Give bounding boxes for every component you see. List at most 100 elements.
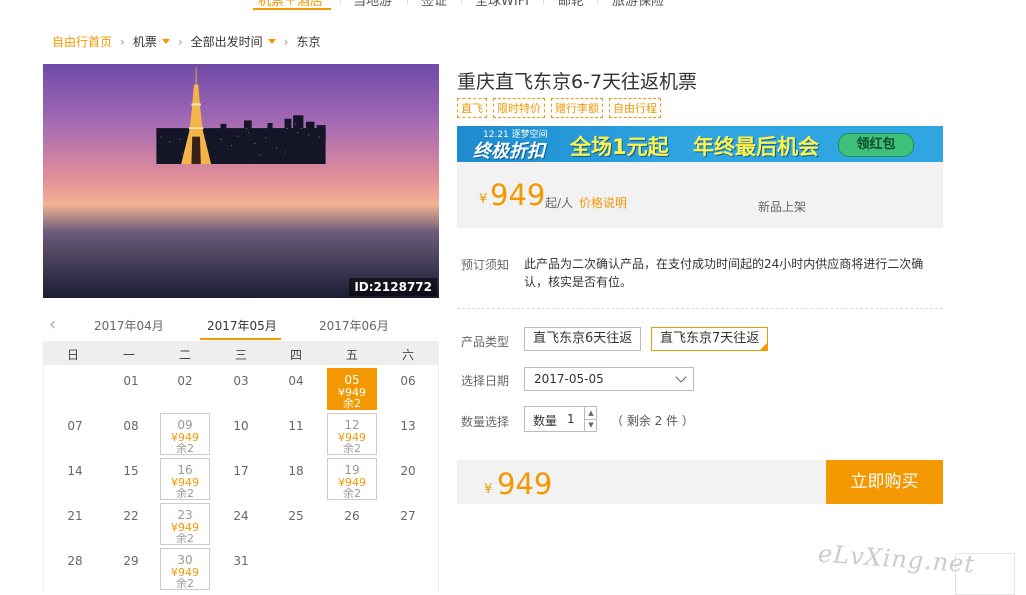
date-select-value: 2017-05-05 xyxy=(534,372,604,386)
calendar-day-available[interactable]: 19 ¥949 余2 xyxy=(327,458,377,500)
caret-down-icon xyxy=(161,39,170,44)
price-note-link[interactable]: 价格说明 xyxy=(579,194,627,211)
day-number: 02 xyxy=(177,374,193,388)
month-tab-may[interactable]: 2017年05月 xyxy=(207,317,277,334)
calendar-day: 22 xyxy=(106,503,156,545)
buy-price-amount: 949 xyxy=(497,467,553,501)
nav-item-insurance[interactable]: 旅游保险 xyxy=(612,0,664,9)
buy-now-button[interactable]: 立即购买 xyxy=(826,460,943,504)
breadcrumb-arrow-icon: › xyxy=(120,34,125,49)
chevron-down-icon xyxy=(675,371,687,383)
price-unit: 起/人 xyxy=(545,196,574,210)
promo-banner[interactable]: 12.21 逐梦空间 终极折扣 全场1元起 年终最后机会 领红包 xyxy=(457,126,943,162)
quantity-label: 数量选择 xyxy=(461,415,510,429)
quantity-stepper[interactable]: 数量 1 ▲ ▼ xyxy=(524,406,597,432)
notice-text: 此产品为二次确认产品，在支付成功时间起的24小时内供应商将进行二次确认，核实是否… xyxy=(524,257,924,289)
calendar-day-available[interactable]: 30 ¥949 余2 xyxy=(160,548,210,590)
nav-item-wifi[interactable]: 全球WIFI xyxy=(475,0,529,9)
product-type-option-7day[interactable]: 直飞东京7天往返 xyxy=(651,327,769,351)
calendar-day: 25 xyxy=(271,503,321,545)
day-number: 12 xyxy=(344,418,360,432)
notice-label: 预订须知 xyxy=(461,258,510,272)
calendar-day: 18 xyxy=(271,458,321,500)
nav-item-visa[interactable]: 签证 xyxy=(421,0,447,9)
calendar-day: 17 xyxy=(216,458,266,500)
date-label: 选择日期 xyxy=(461,374,510,388)
day-number: 17 xyxy=(233,464,249,478)
product-type-option-6day[interactable]: 直飞东京6天往返 xyxy=(524,327,642,351)
banner-slogan-2: 年终最后机会 xyxy=(693,135,819,159)
nav-item-cruise[interactable]: 邮轮 xyxy=(558,0,584,9)
day-number: 19 xyxy=(344,463,360,477)
calendar-day: 21 xyxy=(50,503,100,545)
calendar-day-available[interactable]: 16 ¥949 余2 xyxy=(160,458,210,500)
day-number: 03 xyxy=(233,374,249,388)
weekday-label: 五 xyxy=(345,348,358,362)
calendar-day-available[interactable]: 12 ¥949 余2 xyxy=(327,413,377,455)
breadcrumb-destination: 东京 xyxy=(296,35,321,49)
month-tab-june[interactable]: 2017年06月 xyxy=(319,317,389,334)
calendar-day: 13 xyxy=(383,413,433,455)
day-number: 01 xyxy=(123,374,139,388)
calendar-day: 31 xyxy=(216,548,266,590)
calendar-day-available[interactable]: 05 ¥949 余2 xyxy=(327,368,377,410)
day-remaining: 余2 xyxy=(343,397,361,410)
day-number: 08 xyxy=(123,419,139,433)
calendar-day: 08 xyxy=(106,413,156,455)
day-number: 06 xyxy=(400,374,416,388)
day-number: 27 xyxy=(400,509,416,523)
day-remaining: 余2 xyxy=(176,442,194,455)
nav-item-local-tour[interactable]: 当地游 xyxy=(353,0,392,9)
breadcrumb-departure[interactable]: 全部出发时间 xyxy=(191,33,276,50)
day-number: 07 xyxy=(67,419,83,433)
day-remaining: 余2 xyxy=(343,487,361,500)
month-tab-april[interactable]: 2017年04月 xyxy=(94,317,164,334)
calendar-day: 14 xyxy=(50,458,100,500)
calendar-day-available[interactable]: 09 ¥949 余2 xyxy=(160,413,210,455)
breadcrumb-arrow-icon: › xyxy=(177,34,183,49)
month-active-indicator xyxy=(200,338,281,340)
day-number: 21 xyxy=(67,509,83,523)
weekday-label: 日 xyxy=(66,348,79,362)
claim-coupon-button[interactable]: 领红包 xyxy=(838,133,914,157)
breadcrumb-category[interactable]: 机票 xyxy=(133,33,170,50)
calendar-day: 03 xyxy=(216,368,266,410)
tag-direct: 直飞 xyxy=(457,98,487,118)
day-remaining: 余2 xyxy=(343,442,361,455)
day-number: 14 xyxy=(67,464,83,478)
nav-active-indicator xyxy=(253,8,331,10)
day-number: 24 xyxy=(233,509,249,523)
calendar-day: 26 xyxy=(327,503,377,545)
date-select[interactable]: 2017-05-05 xyxy=(524,367,694,391)
tag-free-itinerary: 自由行程 xyxy=(609,98,661,118)
breadcrumb-home[interactable]: 自由行首页 xyxy=(52,33,112,50)
product-type-label: 产品类型 xyxy=(461,335,510,349)
top-nav: 机票＋酒店 当地游 签证 全球WIFI 邮轮 旅游保险 xyxy=(0,0,1026,10)
day-number: 05 xyxy=(344,373,360,387)
calendar-day: 29 xyxy=(106,548,156,590)
decrement-icon[interactable]: ▼ xyxy=(584,419,597,431)
breadcrumb: 自由行首页 › 机票 › 全部出发时间 › 东京 xyxy=(52,33,321,51)
day-number: 26 xyxy=(344,509,360,523)
calendar-day: 02 xyxy=(160,368,210,410)
day-number: 28 xyxy=(67,554,83,568)
nav-divider xyxy=(340,0,341,4)
chevron-left-icon[interactable]: ‹ xyxy=(49,314,56,335)
day-number: 31 xyxy=(233,554,249,568)
calendar-day: 07 xyxy=(50,413,100,455)
day-number: 29 xyxy=(123,554,139,568)
quantity-value[interactable]: 1 xyxy=(567,412,575,426)
day-number: 23 xyxy=(177,508,193,522)
day-number: 09 xyxy=(177,418,193,432)
tag-special-offer: 限时特价 xyxy=(493,98,545,118)
calendar-weekday-header: 日 一 二 三 四 五 六 xyxy=(43,341,439,365)
banner-headline: 终极折扣 xyxy=(473,141,545,162)
product-tags: 直飞 限时特价 赠行李额 自由行程 xyxy=(457,98,667,118)
day-number: 15 xyxy=(123,464,139,478)
day-number: 30 xyxy=(177,553,193,567)
calendar-day-available[interactable]: 23 ¥949 余2 xyxy=(160,503,210,545)
day-remaining: 余2 xyxy=(176,577,194,590)
weekday-label: 四 xyxy=(289,348,302,362)
image-id-label: ID:2128772 xyxy=(349,278,437,296)
calendar-grid: 01 02 03 04 05 ¥949 余2 06 07 08 09 ¥949 余2 10 11 12 ¥949… xyxy=(43,365,439,593)
